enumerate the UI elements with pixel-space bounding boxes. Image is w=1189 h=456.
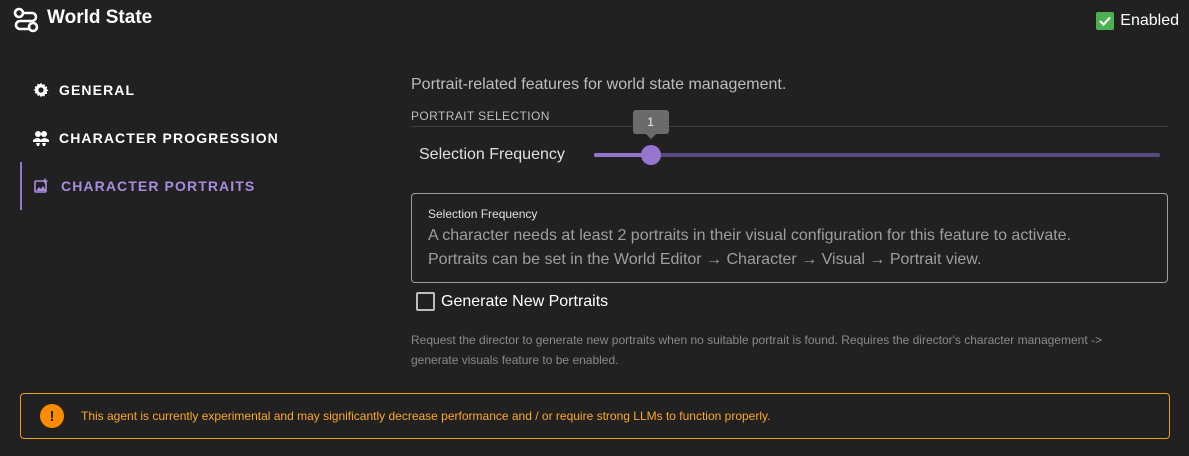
slider-label: Selection Frequency — [419, 146, 565, 163]
people-icon — [32, 129, 50, 147]
slider-thumb[interactable] — [640, 145, 661, 165]
nav-item-character-portraits[interactable]: CHARACTER PORTRAITS — [20, 162, 362, 210]
gear-icon — [32, 81, 50, 99]
nav-item-general[interactable]: GENERAL — [20, 66, 360, 114]
hint-line: generate visuals feature to be enabled. — [411, 353, 619, 367]
generate-portraits-hint: Request the director to generate new por… — [411, 330, 1171, 370]
checkbox-checked-icon[interactable] — [1096, 12, 1115, 30]
enabled-label: Enabled — [1120, 12, 1179, 29]
experimental-warning: ! This agent is currently experimental a… — [20, 393, 1170, 439]
warning-text: This agent is currently experimental and… — [81, 409, 771, 423]
nav-item-label: CHARACTER PROGRESSION — [59, 130, 279, 146]
generate-portraits-checkbox[interactable] — [416, 292, 435, 311]
section-header: PORTRAIT SELECTION — [411, 109, 550, 123]
generate-portraits-label: Generate New Portraits — [441, 292, 609, 310]
nav-item-character-progression[interactable]: CHARACTER PROGRESSION — [20, 114, 360, 162]
selection-frequency-slider[interactable] — [594, 153, 1160, 157]
generate-portraits-checkbox-row[interactable]: Generate New Portraits — [416, 292, 608, 311]
route-icon — [12, 6, 40, 34]
hint-line: Request the director to generate new por… — [411, 333, 1102, 347]
slider-value-tooltip: 1 — [632, 110, 669, 139]
info-text-line: A character needs at least 2 portraits i… — [428, 227, 1072, 244]
nav-item-label: GENERAL — [59, 82, 136, 98]
page-title: World State — [47, 7, 153, 28]
exclamation-icon: ! — [40, 404, 64, 428]
info-title: Selection Frequency — [428, 207, 538, 221]
nav-item-label: CHARACTER PORTRAITS — [61, 178, 256, 194]
section-description: Portrait-related features for world stat… — [411, 76, 787, 93]
section-divider — [411, 126, 1168, 127]
info-alert: Selection Frequency A character needs at… — [411, 193, 1168, 283]
enabled-toggle[interactable]: Enabled — [1096, 12, 1179, 30]
image-plus-icon — [32, 177, 50, 195]
info-text-line: Portraits can be set in the World Editor… — [428, 251, 982, 268]
